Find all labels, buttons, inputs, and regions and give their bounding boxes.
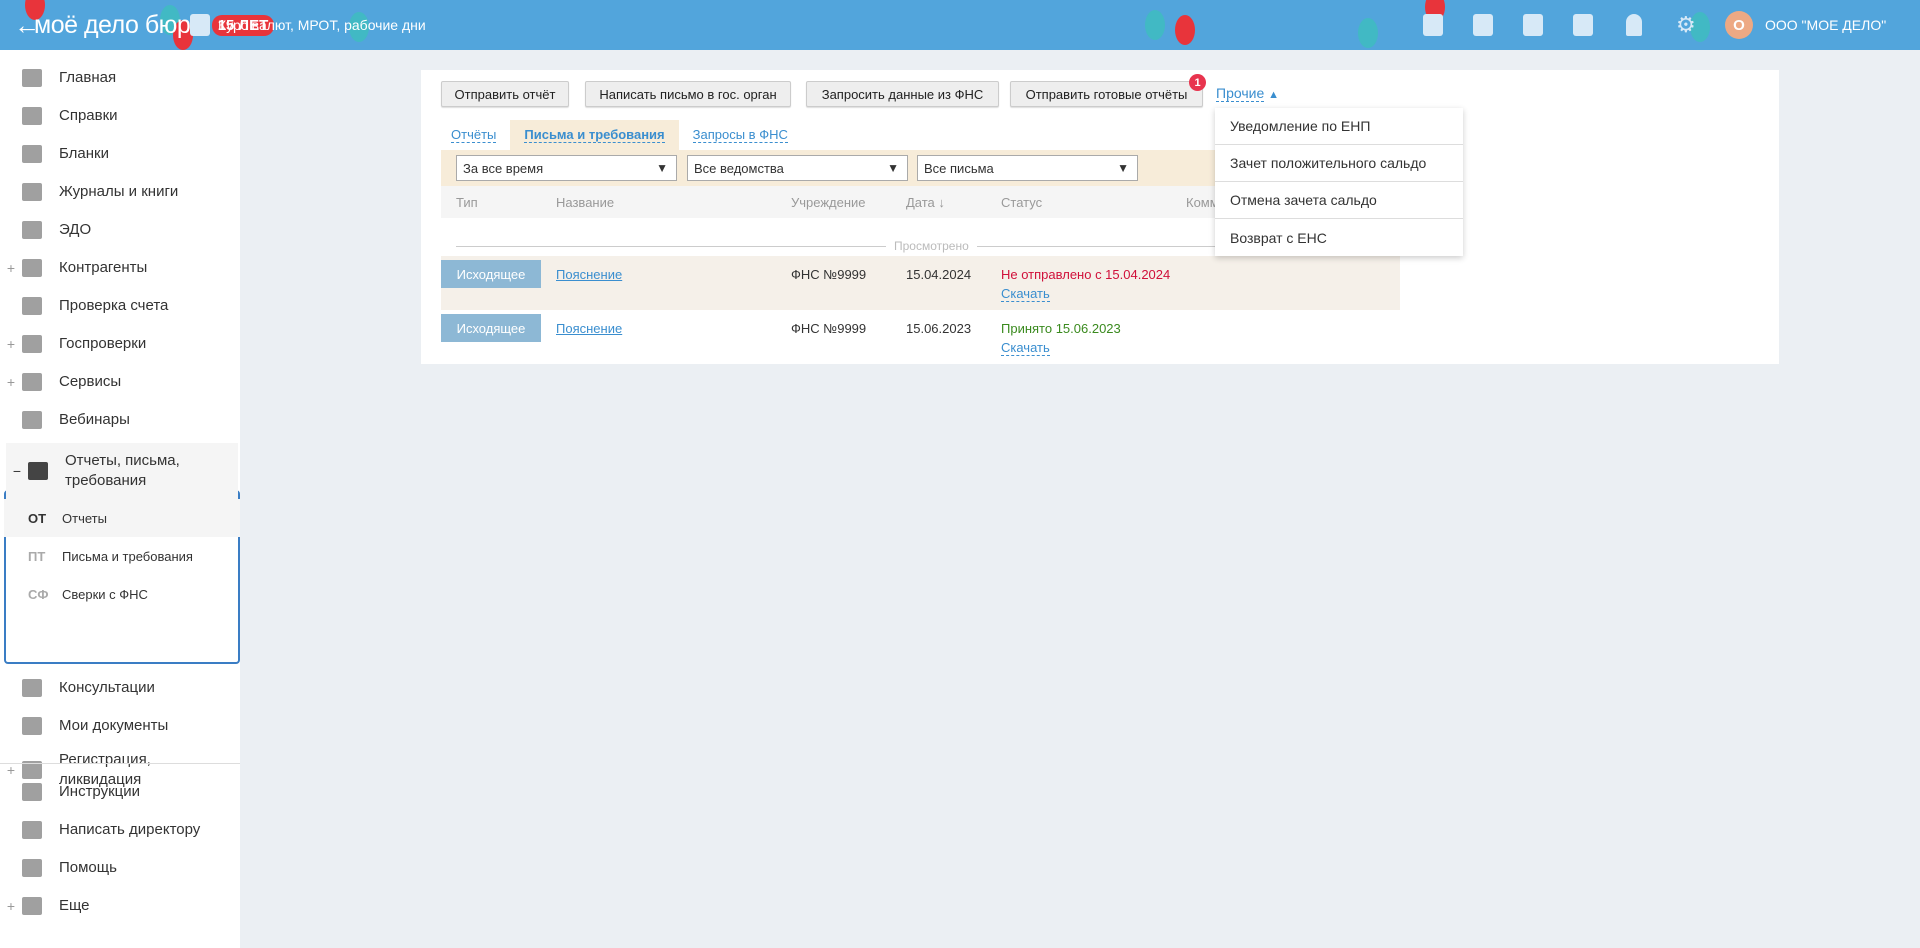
chevron-up-icon: ▲: [1268, 89, 1280, 101]
sidebar-item[interactable]: + Сервисы: [0, 363, 240, 401]
type-badge: Исходящее: [441, 314, 541, 342]
sidebar-item[interactable]: + Контрагенты: [0, 249, 240, 287]
logo[interactable]: моё дело бюро: [34, 11, 204, 40]
agency-select[interactable]: Все ведомства ▼: [687, 155, 908, 181]
download-link[interactable]: Скачать: [1001, 340, 1050, 356]
tab-reports[interactable]: Отчёты: [437, 120, 510, 150]
other-menu: Уведомление по ЕНП Зачет положительного …: [1215, 108, 1463, 256]
menu-icon: [22, 145, 42, 163]
sidebar-sub-letters[interactable]: ПТ Письма и требования: [4, 537, 240, 575]
status-text: Принято 15.06.2023: [1001, 321, 1121, 336]
menu-item-cancel-offset[interactable]: Отмена зачета сальдо: [1215, 182, 1463, 219]
status-text: Не отправлено с 15.04.2024: [1001, 267, 1171, 282]
expand-icon[interactable]: +: [0, 336, 22, 352]
contact-card-icon[interactable]: [1523, 14, 1543, 36]
bell-icon[interactable]: [1626, 14, 1642, 36]
type-badge: Исходящее: [441, 260, 541, 288]
sidebar-item[interactable]: Проверка счета: [0, 287, 240, 325]
menu-icon: [22, 373, 42, 391]
menu-icon: [22, 783, 42, 801]
send-report-button[interactable]: Отправить отчёт: [441, 81, 569, 107]
sidebar-divider: [0, 763, 240, 764]
table-row[interactable]: Исходящее Пояснение ФНС №9999 15.06.2023…: [441, 310, 1400, 364]
sidebar-item[interactable]: + Госпроверки: [0, 325, 240, 363]
account-menu[interactable]: О ООО "МОЕ ДЕЛО": [1725, 0, 1886, 50]
letter-link[interactable]: Пояснение: [556, 321, 622, 336]
menu-item-ens-refund[interactable]: Возврат с ЕНС: [1215, 219, 1463, 256]
sidebar-item[interactable]: Бланки: [0, 135, 240, 173]
sidebar-item[interactable]: Инструкции: [0, 773, 240, 811]
dropdown-arrow-icon: ▼: [1117, 161, 1129, 175]
tabs: Отчёты Письма и требования Запросы в ФНС: [437, 120, 802, 150]
sidebar-item[interactable]: Написать директору: [0, 811, 240, 849]
document-lock-icon[interactable]: [1423, 14, 1443, 36]
download-link[interactable]: Скачать: [1001, 286, 1050, 302]
sidebar-item[interactable]: Помощь: [0, 849, 240, 887]
tab-fns-requests[interactable]: Запросы в ФНС: [679, 120, 802, 150]
col-type: Тип: [456, 195, 478, 210]
rates-link[interactable]: Курс валют, МРОТ, рабочие дни: [190, 0, 426, 50]
period-select[interactable]: За все время ▼: [456, 155, 677, 181]
col-org: Учреждение: [791, 195, 866, 210]
menu-icon: [22, 69, 42, 87]
sidebar-item[interactable]: Справки: [0, 97, 240, 135]
tab-letters[interactable]: Письма и требования: [510, 120, 679, 150]
viewed-separator: Просмотрено: [886, 239, 977, 253]
chart-icon: [190, 14, 210, 36]
dropdown-arrow-icon: ▼: [887, 161, 899, 175]
menu-item-offset-balance[interactable]: Зачет положительного сальдо: [1215, 145, 1463, 182]
menu-icon: [22, 107, 42, 125]
sidebar: Главная Справки Бланки Журналы и книги ЭДО + К…: [0, 50, 240, 948]
menu-icon: [22, 411, 42, 429]
menu-icon: [22, 183, 42, 201]
col-comment: Комм: [1186, 195, 1219, 210]
other-dropdown[interactable]: Прочие ▲: [1216, 85, 1280, 102]
menu-icon: [22, 717, 42, 735]
col-date[interactable]: Дата ↓: [906, 195, 945, 210]
sidebar-sub-reports[interactable]: ОТ Отчеты: [4, 499, 240, 537]
menu-icon: [22, 221, 42, 239]
sidebar-item[interactable]: + Еще: [0, 887, 240, 925]
sidebar-sub-reconciliation[interactable]: СФ Сверки с ФНС: [4, 575, 240, 613]
sidebar-item[interactable]: Журналы и книги: [0, 173, 240, 211]
col-name: Название: [556, 195, 615, 210]
menu-item-enp-notice[interactable]: Уведомление по ЕНП: [1215, 108, 1463, 145]
sidebar-item[interactable]: ЭДО: [0, 211, 240, 249]
sidebar-item-reports-letters[interactable]: − Отчеты, письма, требования: [6, 443, 238, 499]
write-letter-button[interactable]: Написать письмо в гос. орган: [585, 81, 791, 107]
sidebar-item[interactable]: Мои документы: [0, 707, 240, 745]
sidebar-item[interactable]: Вебинары: [0, 401, 240, 439]
main-panel: Отправить отчёт Написать письмо в гос. о…: [421, 70, 1779, 364]
document-check-icon: [28, 462, 48, 480]
request-fns-button[interactable]: Запросить данные из ФНС: [806, 81, 999, 107]
expand-icon[interactable]: +: [0, 374, 22, 390]
menu-icon: [22, 259, 42, 277]
menu-icon: [22, 335, 42, 353]
menu-icon: [22, 679, 42, 697]
menu-icon: [22, 859, 42, 877]
phone-icon[interactable]: [1473, 14, 1493, 36]
sidebar-item[interactable]: Консультации: [0, 669, 240, 707]
dropdown-arrow-icon: ▼: [656, 161, 668, 175]
menu-icon: [22, 897, 42, 915]
menu-icon: [22, 297, 42, 315]
expand-icon[interactable]: +: [0, 898, 22, 914]
gear-icon[interactable]: ⚙: [1676, 12, 1696, 38]
send-ready-reports-button[interactable]: Отправить готовые отчёты: [1010, 81, 1203, 107]
letter-link[interactable]: Пояснение: [556, 267, 622, 282]
chat-icon[interactable]: [1573, 14, 1593, 36]
notification-badge: 1: [1189, 74, 1206, 91]
col-status: Статус: [1001, 195, 1043, 210]
sidebar-item[interactable]: Главная: [0, 59, 240, 97]
avatar: О: [1725, 11, 1753, 39]
table-row[interactable]: Исходящее Пояснение ФНС №9999 15.04.2024…: [441, 256, 1400, 310]
expand-icon[interactable]: +: [0, 260, 22, 276]
letters-select[interactable]: Все письма ▼: [917, 155, 1138, 181]
menu-icon: [22, 821, 42, 839]
top-bar: ← моё дело бюро 15 ЛЕТ Курс валют, МРОТ, …: [0, 0, 1920, 50]
